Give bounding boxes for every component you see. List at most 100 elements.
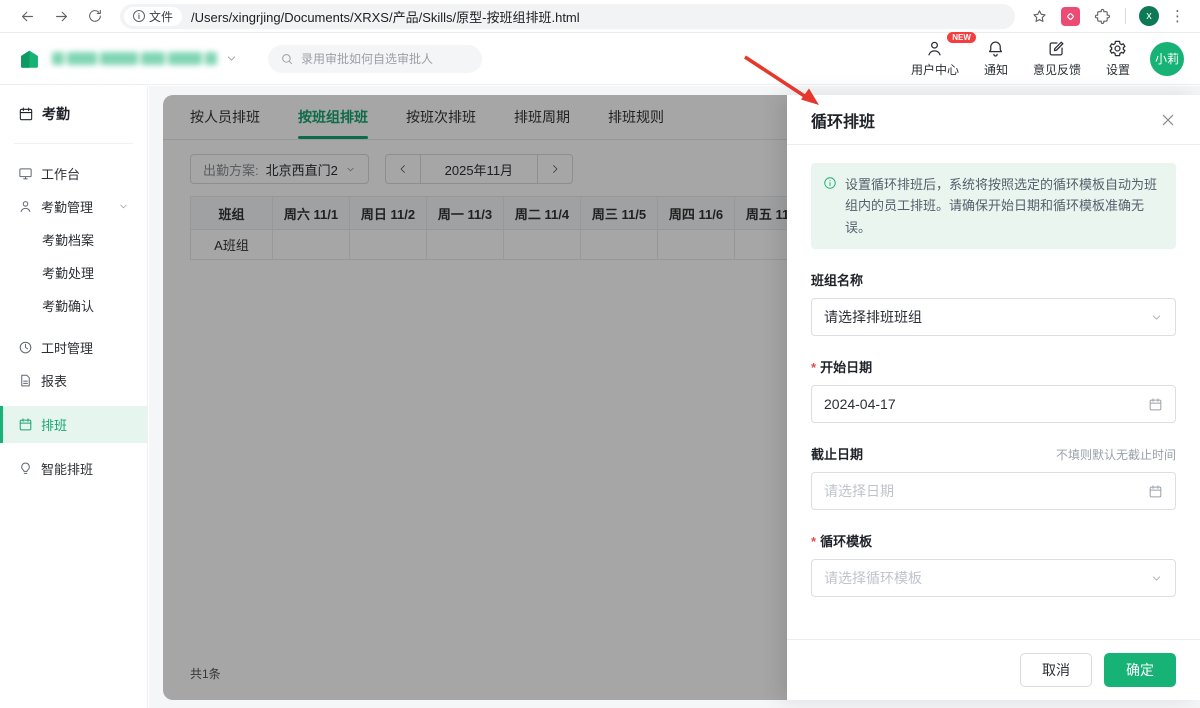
sidebar-item-attendance-processing[interactable]: 考勤处理 — [0, 256, 147, 289]
calendar-icon — [1148, 484, 1163, 499]
sidebar-item-reports[interactable]: 报表 — [0, 364, 147, 397]
browser-menu-icon[interactable]: ⋮ — [1170, 7, 1185, 25]
sidebar-item-label: 考勤处理 — [42, 266, 95, 281]
bookmark-star-icon[interactable] — [1031, 8, 1048, 25]
toolbar-divider — [1125, 8, 1126, 24]
user-center-label: 用户中心 — [910, 63, 959, 77]
sidebar-item-scheduling[interactable]: 排班 — [0, 406, 147, 443]
monitor-icon — [19, 168, 32, 180]
sidebar-section-attendance[interactable]: 考勤 — [0, 96, 147, 132]
field-label: * 循环模板 — [811, 531, 1176, 550]
date-placeholder: 请选择日期 — [824, 483, 894, 500]
sidebar-item-attendance-confirm[interactable]: 考勤确认 — [0, 289, 147, 322]
field-label-text: 开始日期 — [820, 360, 873, 376]
close-icon[interactable] — [1160, 112, 1176, 128]
field-cycle-template: * 循环模板 请选择循环模板 — [811, 531, 1176, 598]
sidebar-item-label: 排班 — [41, 418, 68, 433]
sidebar-item-attendance-mgmt[interactable]: 考勤管理 — [0, 190, 147, 223]
browser-profile-avatar[interactable]: x — [1139, 6, 1159, 26]
user-center-button[interactable]: NEW 用户中心 — [910, 32, 976, 78]
sidebar: 考勤 工作台 考勤管理 考勤档案 考勤处理 考勤确认 工时管理 报表 排班 智能… — [0, 86, 148, 708]
address-bar[interactable]: i 文件 /Users/xingrjing/Documents/XRXS/产品/… — [120, 3, 1015, 29]
settings-button[interactable]: 设置 — [1106, 39, 1130, 78]
sidebar-item-label: 工作台 — [41, 167, 81, 182]
search-placeholder: 录用审批如何自选审批人 — [301, 52, 434, 66]
calendar-icon — [1148, 397, 1163, 412]
select-placeholder: 请选择循环模板 — [824, 570, 922, 587]
pinned-extension-icon[interactable] — [1061, 6, 1080, 26]
browser-reload-icon[interactable] — [83, 4, 107, 28]
clock-icon — [19, 341, 32, 354]
notifications-button[interactable]: 通知 — [984, 39, 1008, 78]
gear-icon — [1109, 40, 1126, 57]
drawer-title: 循环排班 — [811, 113, 876, 131]
drawer-header: 循环排班 — [787, 95, 1200, 145]
sidebar-item-worktime[interactable]: 工时管理 — [0, 331, 147, 364]
info-circle-icon — [823, 176, 837, 238]
file-scheme-chip[interactable]: i 文件 — [124, 6, 183, 26]
start-date-input[interactable]: 2024-04-17 — [811, 385, 1176, 424]
report-icon — [21, 374, 30, 387]
global-search-input[interactable]: 录用审批如何自选审批人 — [268, 44, 482, 73]
field-group-name: 班组名称 请选择排班班组 — [811, 270, 1176, 337]
calendar-icon — [19, 107, 33, 121]
field-start-date: * 开始日期 2024-04-17 — [811, 357, 1176, 424]
date-value: 2024-04-17 — [824, 396, 896, 413]
field-label: 班组名称 — [811, 270, 1176, 289]
user-avatar[interactable]: 小莉 — [1150, 41, 1184, 76]
group-select[interactable]: 请选择排班班组 — [811, 298, 1176, 337]
org-name-redacted[interactable] — [52, 52, 217, 65]
field-label-text: 循环模板 — [820, 534, 873, 550]
cycle-template-select[interactable]: 请选择循环模板 — [811, 559, 1176, 598]
sidebar-item-label: 智能排班 — [41, 462, 94, 477]
feedback-button[interactable]: 意见反馈 — [1033, 39, 1081, 78]
field-label-text: 截止日期 — [811, 447, 864, 463]
browser-toolbar: i 文件 /Users/xingrjing/Documents/XRXS/产品/… — [0, 0, 1200, 33]
required-asterisk: * — [811, 534, 817, 550]
chevron-down-icon — [1150, 572, 1163, 585]
user-icon — [928, 41, 942, 56]
browser-back-icon[interactable] — [15, 4, 39, 28]
user-icon — [20, 201, 31, 212]
cycle-schedule-drawer: 循环排班 设置循环排班后，系统将按照选定的循环模板自动为班组内的员工排班。请确保… — [787, 95, 1200, 700]
sidebar-section-title: 考勤 — [42, 106, 70, 122]
field-label: 截止日期 不填则默认无截止时间 — [811, 444, 1176, 463]
notifications-label: 通知 — [983, 63, 1008, 77]
page-info-icon: i — [133, 10, 145, 22]
drawer-body: 设置循环排班后，系统将按照选定的循环模板自动为班组内的员工排班。请确保开始日期和… — [787, 145, 1200, 639]
confirm-button[interactable]: 确定 — [1104, 653, 1176, 687]
calendar-icon — [19, 418, 32, 431]
sidebar-item-label: 工时管理 — [41, 341, 94, 356]
feedback-label: 意见反馈 — [1032, 63, 1081, 77]
sidebar-item-attendance-files[interactable]: 考勤档案 — [0, 223, 147, 256]
org-switch-chevron-icon[interactable] — [225, 52, 238, 65]
chevron-down-icon — [118, 201, 129, 212]
end-date-input[interactable]: 请选择日期 — [811, 472, 1176, 511]
url-text[interactable]: /Users/xingrjing/Documents/XRXS/产品/Skill… — [191, 7, 580, 26]
sidebar-item-label: 考勤确认 — [42, 299, 95, 314]
drawer-footer: 取消 确定 — [787, 639, 1200, 700]
bulb-icon — [21, 462, 30, 474]
browser-forward-icon[interactable] — [49, 4, 73, 28]
sidebar-divider — [14, 143, 133, 144]
sidebar-item-label: 考勤管理 — [41, 200, 94, 215]
search-icon — [282, 53, 293, 64]
field-end-date: 截止日期 不填则默认无截止时间 请选择日期 — [811, 444, 1176, 511]
new-badge: NEW — [947, 32, 976, 43]
extensions-puzzle-icon[interactable] — [1094, 8, 1111, 25]
field-hint: 不填则默认无截止时间 — [1055, 448, 1176, 463]
feedback-edit-icon — [1050, 41, 1064, 56]
app-header: 录用审批如何自选审批人 NEW 用户中心 通知 意见反馈 设置 小莉 — [0, 32, 1200, 85]
required-asterisk: * — [811, 360, 817, 376]
field-label: * 开始日期 — [811, 357, 1176, 376]
sidebar-item-label: 报表 — [41, 374, 68, 389]
info-alert: 设置循环排班后，系统将按照选定的循环模板自动为班组内的员工排班。请确保开始日期和… — [811, 163, 1176, 250]
company-logo-icon[interactable] — [16, 45, 43, 72]
sidebar-item-smart-scheduling[interactable]: 智能排班 — [0, 452, 147, 485]
settings-label: 设置 — [1105, 63, 1130, 77]
info-alert-text: 设置循环排班后，系统将按照选定的循环模板自动为班组内的员工排班。请确保开始日期和… — [845, 177, 1158, 235]
cancel-button[interactable]: 取消 — [1020, 653, 1092, 687]
sidebar-item-workbench[interactable]: 工作台 — [0, 157, 147, 190]
header-actions: NEW 用户中心 通知 意见反馈 设置 — [910, 32, 1130, 78]
chevron-down-icon — [1150, 311, 1163, 324]
